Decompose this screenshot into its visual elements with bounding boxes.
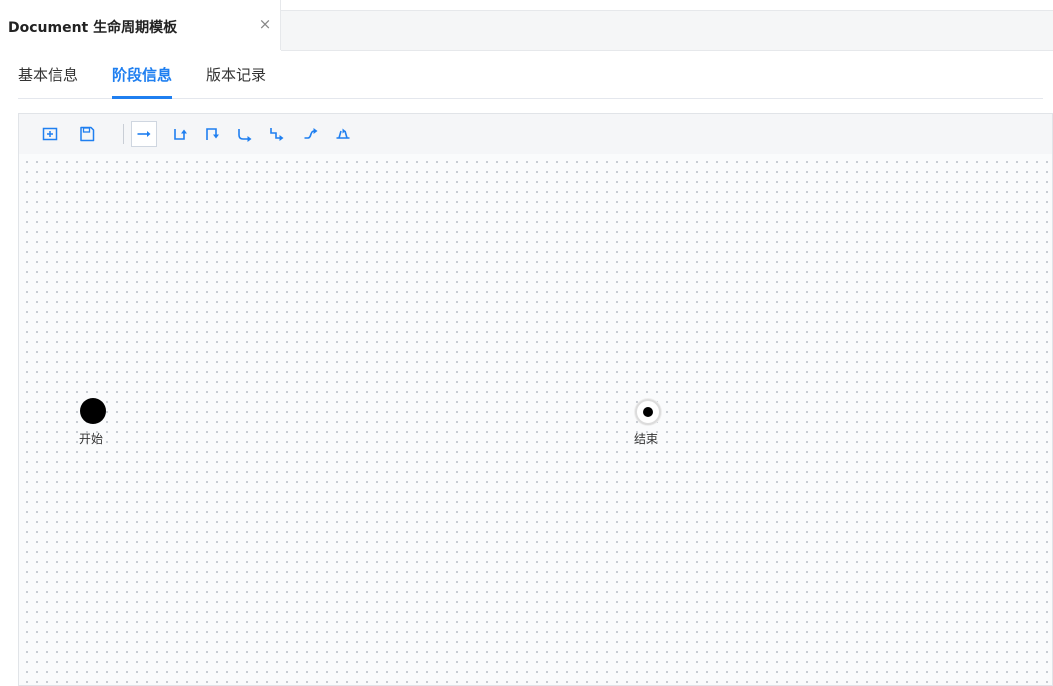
curved-elbow-connector-icon	[238, 129, 252, 142]
curved-connector-button[interactable]	[298, 121, 324, 147]
end-node[interactable]	[635, 399, 661, 425]
end-node-dot	[643, 407, 653, 417]
tab-version-history[interactable]: 版本记录	[206, 64, 266, 98]
document-tab[interactable]: Document 生命周期模板 ×	[0, 0, 281, 50]
elbow-down-connector-button[interactable]	[200, 121, 226, 147]
loop-connector-icon	[336, 128, 350, 139]
straight-connector-button[interactable]	[131, 121, 157, 147]
document-tab-title: Document 生命周期模板	[8, 20, 178, 36]
diagram-canvas[interactable]: 开始 结束	[19, 154, 1052, 685]
editor-toolbar	[19, 114, 1052, 155]
end-node-label: 结束	[634, 432, 659, 446]
step-connector-icon	[270, 128, 284, 141]
save-button[interactable]	[74, 121, 100, 147]
add-node-icon	[42, 127, 58, 141]
tab-stage-info[interactable]: 阶段信息	[112, 64, 173, 99]
toolbar-divider	[123, 124, 124, 144]
loop-connector-button[interactable]	[330, 121, 356, 147]
curved-elbow-connector-button[interactable]	[232, 121, 258, 147]
sub-tab-bar: 基本信息 阶段信息 版本记录	[18, 58, 1043, 99]
add-node-button[interactable]	[37, 121, 63, 147]
close-icon[interactable]: ×	[257, 14, 273, 34]
start-node[interactable]	[80, 398, 106, 424]
elbow-up-connector-button[interactable]	[168, 121, 194, 147]
tab-basic-info[interactable]: 基本信息	[18, 64, 78, 98]
step-connector-button[interactable]	[264, 121, 290, 147]
tab-bar-empty-area	[281, 10, 1053, 51]
curved-connector-icon	[304, 128, 318, 139]
elbow-down-connector-icon	[206, 128, 219, 140]
straight-connector-icon	[137, 131, 151, 137]
elbow-up-connector-icon	[174, 129, 187, 140]
workflow-editor: 开始 结束	[18, 113, 1053, 686]
start-node-label: 开始	[79, 432, 104, 446]
save-icon	[80, 126, 95, 142]
window-tab-bar: Document 生命周期模板 ×	[0, 0, 1053, 51]
